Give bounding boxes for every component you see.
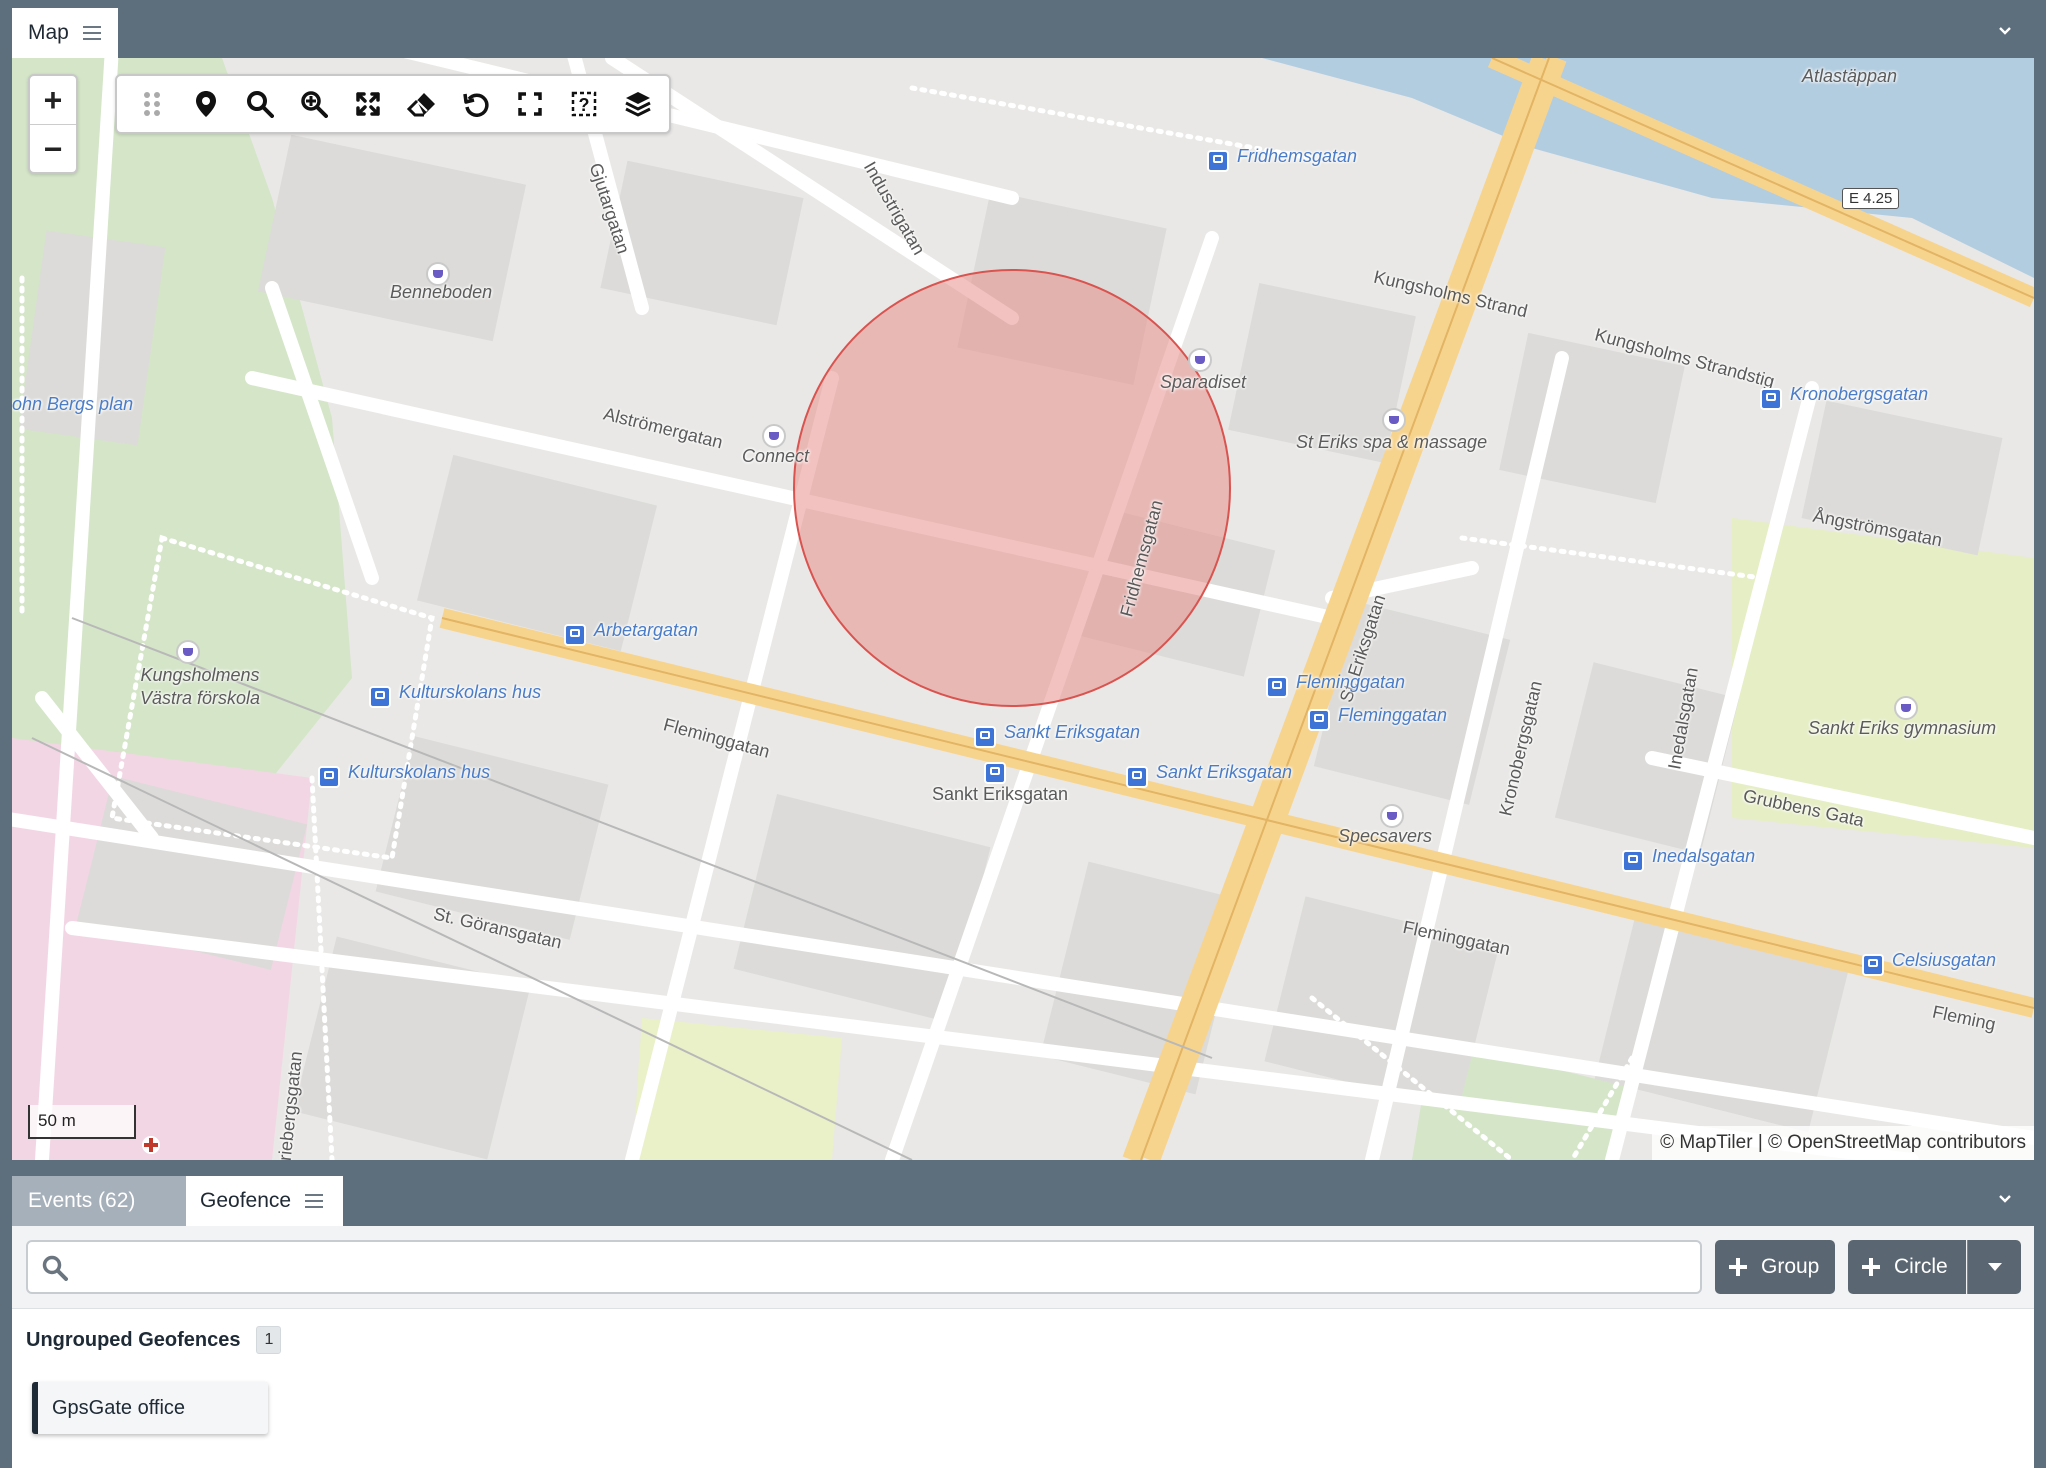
bus-stop-icon[interactable] [318, 766, 340, 788]
map-basemap [12, 58, 2034, 1160]
geofence-search [26, 1240, 1702, 1294]
zoom-in-icon[interactable] [287, 77, 341, 131]
street-label: Sankt Eriksgatan [932, 784, 1069, 804]
geofence-panel: Group Circle Ungrouped Geofences 1 GpsGa… [12, 1226, 2034, 1468]
search-icon[interactable] [233, 77, 287, 131]
eraser-icon[interactable] [395, 77, 449, 131]
stop-label: Kulturskolans hus [399, 682, 542, 702]
add-group-label: Group [1761, 1255, 1820, 1278]
map-toolbar: ? [115, 74, 671, 134]
bottom-panel-header: Events (62) Geofence [0, 1160, 2046, 1226]
zoom-out-button[interactable]: − [30, 124, 76, 173]
group-count-badge: 1 [256, 1326, 282, 1354]
shop-icon[interactable] [1188, 348, 1212, 372]
poi-label: Atlastäppan [1802, 66, 1898, 86]
fit-extent-icon[interactable] [341, 77, 395, 131]
group-title: Ungrouped Geofences [26, 1328, 241, 1351]
add-circle-button[interactable]: Circle [1848, 1240, 1966, 1294]
bus-stop-icon[interactable] [1126, 766, 1148, 788]
zoom-in-button[interactable]: + [30, 76, 76, 124]
school-icon[interactable] [176, 640, 200, 664]
undo-icon[interactable] [449, 77, 503, 131]
menu-icon[interactable] [82, 26, 101, 40]
geofence-item[interactable]: GpsGate office [32, 1382, 268, 1434]
plus-icon [1729, 1258, 1747, 1276]
tab-geofence-label: Geofence [200, 1189, 292, 1212]
hotel-icon[interactable] [762, 424, 786, 448]
search-icon [42, 1255, 68, 1281]
poi-label: Kungsholmens Västra förskola [139, 665, 261, 708]
bus-stop-icon[interactable] [1862, 954, 1884, 976]
stop-label: ohn Bergs plan [12, 394, 134, 414]
drag-handle-icon[interactable] [125, 77, 179, 131]
geofence-group-header[interactable]: Ungrouped Geofences 1 [26, 1326, 282, 1354]
stop-label: Celsiusgatan [1892, 950, 1997, 970]
bus-stop-icon[interactable] [974, 726, 996, 748]
geofence-name: GpsGate office [52, 1396, 186, 1419]
chevron-down-icon[interactable] [1998, 24, 2012, 38]
bus-stop-icon[interactable] [1760, 388, 1782, 410]
map-panel-header: Map [0, 0, 2046, 58]
tab-events-label: Events (62) [28, 1189, 136, 1212]
fullscreen-icon[interactable] [503, 77, 557, 131]
stop-label: Sankt Eriksgatan [1156, 762, 1293, 782]
stop-label: Sankt Eriksgatan [1004, 722, 1141, 742]
bus-stop-icon[interactable] [369, 686, 391, 708]
school-icon[interactable] [1894, 696, 1918, 720]
help-select-icon[interactable]: ? [557, 77, 611, 131]
add-circle-label: Circle [1894, 1255, 1948, 1278]
zoom-control: + − [28, 74, 78, 174]
tab-map[interactable]: Map [12, 8, 118, 58]
add-group-button[interactable]: Group [1715, 1240, 1835, 1294]
stop-label: Kronobergsgatan [1790, 384, 1929, 404]
stop-label: Fleminggatan [1338, 705, 1448, 725]
menu-icon[interactable] [305, 1194, 324, 1208]
poi-label: St Eriks spa & massage [1296, 432, 1488, 452]
bus-stop-icon[interactable] [564, 624, 586, 646]
tab-geofence[interactable]: Geofence [186, 1176, 343, 1226]
shop-icon[interactable] [1382, 408, 1406, 432]
shop-icon[interactable] [1380, 804, 1404, 828]
chevron-down-icon[interactable] [1998, 1192, 2012, 1206]
scale-bar: 50 m [28, 1105, 136, 1139]
bus-stop-icon[interactable] [1622, 850, 1644, 872]
svg-text:?: ? [579, 95, 590, 115]
stop-label: Fleminggatan [1296, 672, 1406, 692]
plus-icon [1862, 1258, 1880, 1276]
geofence-toolbar: Group Circle [12, 1226, 2034, 1309]
bus-stop-icon[interactable] [1266, 676, 1288, 698]
stop-label: Arbetargatan [594, 620, 699, 640]
bus-stop-icon[interactable] [1207, 150, 1229, 172]
map-attribution[interactable]: © MapTiler | © OpenStreetMap contributor… [1652, 1126, 2034, 1160]
map-canvas[interactable]: Kungsholms Strand Kungsholms Strandstig … [12, 58, 2034, 1160]
bus-stop-icon[interactable] [984, 762, 1006, 784]
marker-icon[interactable] [179, 77, 233, 131]
search-input[interactable] [80, 1248, 1684, 1288]
caret-down-icon [1987, 1263, 2002, 1271]
bus-stop-icon[interactable] [1308, 709, 1330, 731]
road-number-badge: E 4.25 [1842, 188, 1900, 209]
poi-label: Connect [742, 446, 810, 466]
poi-label: Specsavers [1338, 826, 1433, 846]
poi-label: Sankt Eriks gymnasium [1808, 718, 1997, 738]
stop-label: Fridhemsgatan [1237, 146, 1358, 166]
layers-icon[interactable] [611, 77, 665, 131]
tab-map-label: Map [28, 21, 69, 44]
poi-label: Sparadiset [1160, 372, 1247, 392]
geofence-circle[interactable] [793, 269, 1231, 707]
tab-events[interactable]: Events (62) [12, 1176, 186, 1226]
stop-label: Inedalsgatan [1652, 846, 1756, 866]
poi-label: Benneboden [390, 282, 493, 302]
hospital-icon [142, 1136, 160, 1154]
geofence-type-dropdown[interactable] [1967, 1240, 2021, 1294]
stop-label: Kulturskolans hus [348, 762, 491, 782]
